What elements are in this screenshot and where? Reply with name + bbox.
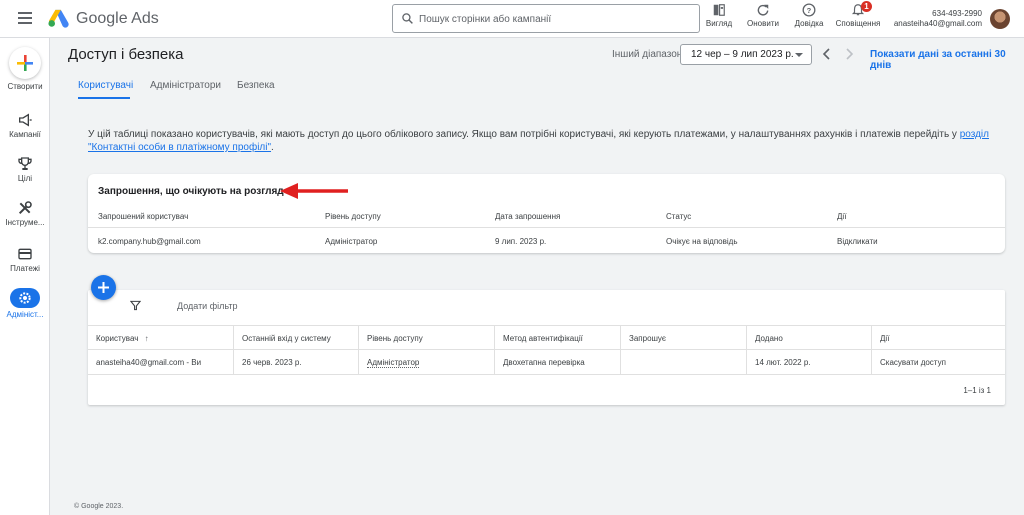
refresh-icon (757, 4, 769, 16)
appearance-label: Вигляд (705, 19, 733, 28)
col-user-label: Користувач (96, 334, 139, 343)
col-actions: Дії (880, 334, 890, 343)
pagination-info: 1–1 із 1 (963, 386, 991, 395)
help-icon: ? (802, 3, 816, 17)
tab-administrators[interactable]: Адміністратори (150, 80, 221, 91)
user-last-login: 26 черв. 2023 р. (234, 350, 359, 374)
appearance-button[interactable]: Вигляд (696, 3, 742, 35)
search-icon (402, 13, 413, 24)
nav-label-admin: Адмініст... (6, 310, 44, 319)
col-last-login[interactable]: Останній вхід у систему (234, 326, 359, 350)
nav-item-campaigns[interactable]: Кампанії (0, 112, 50, 139)
access-level-link[interactable]: Адміністратор (367, 358, 420, 368)
intro-text: У цій таблиці показано користувачів, які… (88, 128, 1000, 154)
avatar[interactable] (990, 9, 1010, 29)
footer-copyright: © Google 2023. (74, 503, 124, 510)
active-tab-indicator (78, 97, 130, 99)
hamburger-menu-icon[interactable] (18, 12, 32, 24)
account-email: anasteiha40@gmail.com (893, 19, 982, 28)
nav-label-goals: Цілі (17, 174, 33, 183)
filter-icon[interactable] (130, 300, 141, 311)
pending-col-access: Рівень доступу (325, 212, 381, 221)
notifications-button[interactable]: 1 Сповіщення (835, 1, 881, 35)
tab-security[interactable]: Безпека (237, 80, 275, 91)
pending-col-actions: Дії (837, 212, 847, 221)
tools-icon (18, 201, 32, 215)
pending-access: Адміністратор (325, 237, 378, 246)
caret-down-icon (795, 53, 803, 57)
revoke-invitation-button[interactable]: Відкликати (837, 237, 878, 246)
intro-body: У цій таблиці показано користувачів, які… (88, 129, 960, 140)
credit-card-icon (18, 248, 32, 260)
col-access-level[interactable]: Рівень доступу (359, 326, 495, 350)
top-bar: Google Ads Вигляд Оновити ? Довідка 1 Сп… (0, 0, 1024, 38)
chevron-right-icon[interactable] (846, 48, 854, 60)
user-email: anasteiha40@gmail.com - Ви (88, 350, 234, 374)
pending-col-date: Дата запрошення (495, 212, 561, 221)
col-user[interactable]: Користувач ↑ (88, 326, 234, 350)
nav-label-billing: Платежі (10, 264, 40, 273)
range-label: Інший діапазон (612, 49, 683, 60)
google-ads-logo (48, 9, 69, 28)
user-added-date: 14 лют. 2022 р. (747, 350, 872, 374)
pending-status: Очікує на відповідь (666, 237, 738, 246)
users-table-card: Додати фільтр Користувач ↑ Останній вхід… (88, 290, 1005, 405)
revoke-access-button[interactable]: Скасувати доступ (872, 350, 1005, 374)
divider (88, 374, 1005, 375)
notification-badge: 1 (861, 1, 872, 12)
nav-item-tools[interactable]: Інструме... (0, 200, 50, 227)
svg-text:?: ? (807, 6, 812, 15)
notifications-label: Сповіщення (835, 19, 881, 28)
admin-gear-icon (19, 292, 31, 304)
date-range-value: 12 чер – 9 лип 2023 р. (691, 49, 794, 60)
divider (88, 227, 1005, 228)
admin-icon-pill (10, 288, 40, 308)
add-filter-button[interactable]: Додати фільтр (177, 301, 237, 311)
user-access-level: Адміністратор (359, 350, 495, 374)
account-info[interactable]: 634-493-2990 anasteiha40@gmail.com (894, 9, 982, 29)
user-invited-by (621, 350, 747, 374)
create-button[interactable] (9, 47, 41, 79)
nav-item-billing[interactable]: Платежі (0, 246, 50, 273)
sort-ascending-icon: ↑ (144, 334, 149, 343)
chevron-left-icon[interactable] (822, 48, 830, 60)
intro-suffix: . (271, 142, 274, 153)
pending-invitations-title: Запрошення, що очікують на розгляд (98, 186, 284, 197)
red-arrow-annotation (280, 183, 348, 199)
pending-user: k2.company.hub@gmail.com (98, 237, 201, 246)
nav-item-goals[interactable]: Цілі (0, 156, 50, 183)
nav-label-tools: Інструме... (5, 218, 45, 227)
pending-col-status: Статус (666, 212, 692, 221)
left-navigation: Створити Кампанії Цілі Інструме... Плате… (0, 38, 50, 515)
pending-col-user: Запрошений користувач (98, 212, 189, 221)
col-auth-method[interactable]: Метод автентифікації (495, 326, 621, 350)
date-range-select[interactable]: 12 чер – 9 лип 2023 р. (680, 44, 812, 65)
nav-item-admin[interactable]: Адмініст... (0, 288, 50, 319)
refresh-label: Оновити (747, 19, 779, 28)
last-30-days-link[interactable]: Показати дані за останні 30 днів (870, 49, 1024, 71)
add-user-button[interactable] (91, 275, 116, 300)
help-button[interactable]: ? Довідка (786, 3, 832, 35)
tab-users[interactable]: Користувачі (78, 80, 133, 91)
plus-icon (17, 55, 33, 71)
pending-invitations-card: Запрошення, що очікують на розгляд Запро… (88, 174, 1005, 253)
col-invited-by[interactable]: Запрошує (621, 326, 747, 350)
help-label: Довідка (794, 19, 824, 28)
search-input[interactable] (419, 10, 689, 28)
brand-name: Google Ads (76, 10, 159, 27)
plus-icon (98, 282, 109, 293)
account-id: 634-493-2990 (932, 9, 982, 18)
page-title: Доступ і безпека (68, 46, 184, 63)
col-added[interactable]: Додано (747, 326, 872, 350)
trophy-icon (18, 157, 32, 170)
create-label: Створити (7, 82, 43, 91)
nav-label-campaigns: Кампанії (9, 130, 41, 139)
appearance-icon (713, 4, 725, 16)
pending-date: 9 лип. 2023 р. (495, 237, 547, 246)
megaphone-icon (19, 113, 32, 127)
refresh-button[interactable]: Оновити (740, 3, 786, 35)
search-box[interactable] (392, 4, 700, 33)
user-auth-method: Двохетапна перевірка (495, 350, 621, 374)
